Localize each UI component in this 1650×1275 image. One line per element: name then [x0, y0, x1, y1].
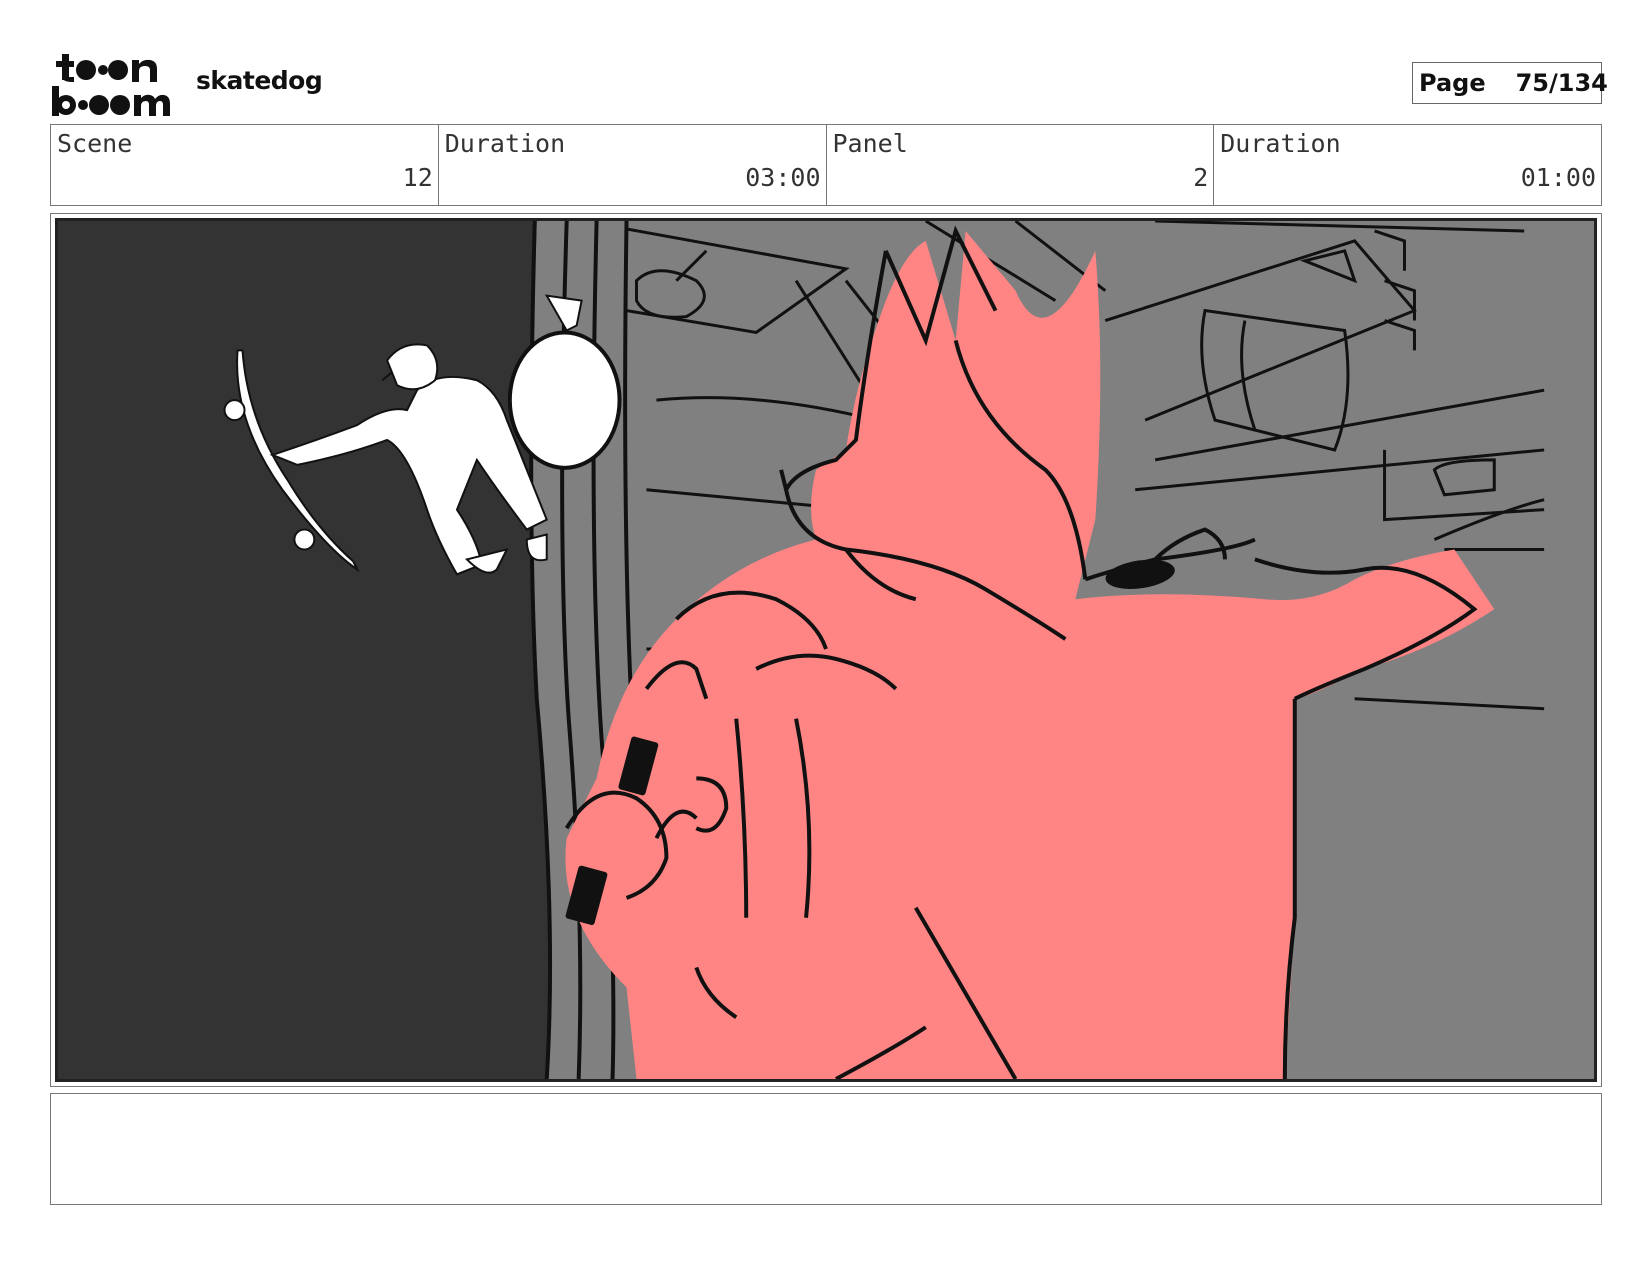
panel-value: 2: [1193, 163, 1209, 192]
panel-label: Panel: [832, 129, 908, 158]
page-indicator: Page 75/134: [1412, 62, 1608, 104]
scene-cell: Scene 12: [51, 125, 439, 205]
panel-duration-label: Duration: [1220, 129, 1341, 158]
sack-bag: [507, 330, 622, 470]
dark-wall: [58, 221, 551, 1079]
panel-notes-box: [50, 1093, 1602, 1205]
scene-duration-cell: Duration 03:00: [439, 125, 827, 205]
storyboard-panel-frame: [50, 213, 1602, 1087]
toon-boom-logo: [52, 54, 170, 116]
scene-duration-value: 03:00: [745, 163, 821, 192]
panel-info-row: Scene 12 Duration 03:00 Panel 2 Duration…: [50, 124, 1602, 206]
page-label: Page: [1419, 69, 1486, 97]
storyboard-panel-image: [55, 218, 1597, 1082]
panel-duration-cell: Duration 01:00: [1214, 125, 1601, 205]
scene-label: Scene: [57, 129, 133, 158]
scene-value: 12: [402, 163, 433, 192]
panel-cell: Panel 2: [827, 125, 1215, 205]
scene-duration-label: Duration: [444, 129, 566, 158]
page-number: 75/134: [1515, 69, 1608, 97]
panel-duration-value: 01:00: [1520, 163, 1596, 192]
project-title: skatedog: [196, 66, 323, 95]
